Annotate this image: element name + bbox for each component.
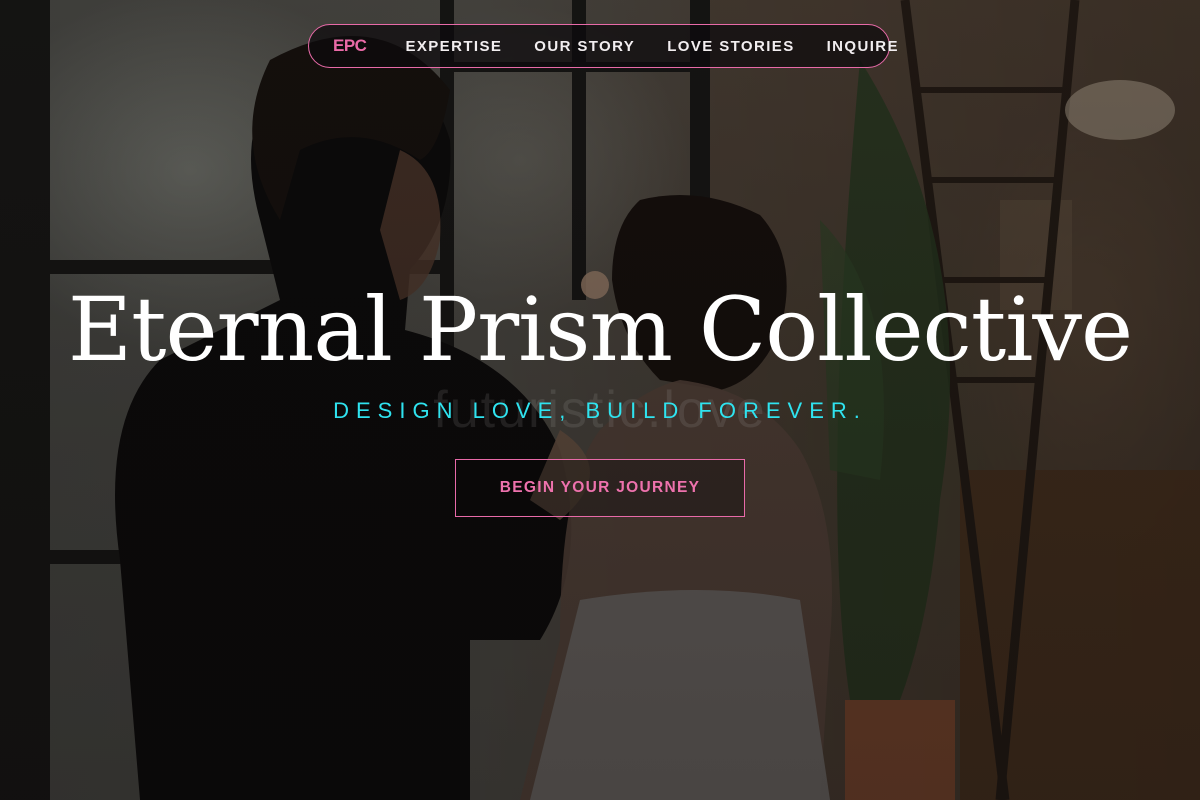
hero-section: EPC EXPERTISE OUR STORY LOVE STORIES INQ… — [0, 0, 1200, 800]
top-navigation: EPC EXPERTISE OUR STORY LOVE STORIES INQ… — [308, 24, 898, 68]
begin-journey-button[interactable]: BEGIN YOUR JOURNEY — [455, 459, 745, 517]
nav-link-love-stories[interactable]: LOVE STORIES — [667, 38, 794, 55]
nav-link-expertise[interactable]: EXPERTISE — [405, 38, 502, 55]
nav-link-inquire[interactable]: INQUIRE — [827, 38, 899, 55]
brand-logo[interactable]: EPC — [333, 36, 367, 56]
hero-title: Eternal Prism Collective — [67, 278, 1133, 381]
hero-tagline: DESIGN LOVE, BUILD FOREVER. — [333, 398, 867, 423]
nav-link-our-story[interactable]: OUR STORY — [534, 38, 635, 55]
